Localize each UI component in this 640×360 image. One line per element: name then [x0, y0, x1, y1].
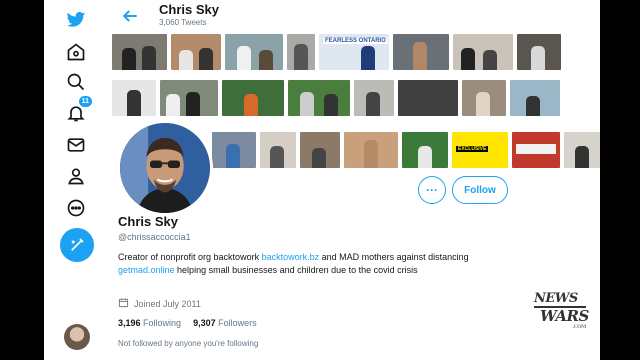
- media-sign-text: EXCLUSIVE: [456, 146, 489, 152]
- compose-tweet-button[interactable]: [60, 228, 94, 262]
- twitter-logo-icon[interactable]: [62, 6, 90, 34]
- profile-bio: Creator of nonprofit org backtowork back…: [118, 251, 518, 277]
- more-options-button[interactable]: ···: [418, 176, 446, 204]
- tweet-count: 3,060 Tweets: [159, 18, 207, 27]
- media-thumbnail[interactable]: [112, 34, 167, 70]
- bio-link-getmad[interactable]: getmad.online: [118, 265, 175, 275]
- media-thumbnail[interactable]: EXCLUSIVE: [452, 132, 508, 168]
- followers-label: Followers: [218, 318, 257, 328]
- media-thumbnail[interactable]: [462, 80, 506, 116]
- more-icon[interactable]: [62, 194, 90, 222]
- bio-text: and MAD mothers against distancing: [319, 252, 469, 262]
- media-thumbnail[interactable]: [287, 34, 315, 70]
- profile-name: Chris Sky: [118, 214, 178, 229]
- profile-avatar[interactable]: [117, 120, 213, 216]
- media-thumbnail[interactable]: [564, 132, 600, 168]
- media-thumbnail[interactable]: [300, 132, 340, 168]
- media-thumbnail[interactable]: [510, 80, 560, 116]
- followers-you-know-text: Not followed by anyone you're following: [118, 339, 259, 348]
- notifications-icon[interactable]: 11: [62, 96, 92, 127]
- following-count: 3,196: [118, 318, 141, 328]
- media-thumbnail[interactable]: [225, 34, 283, 70]
- profile-icon[interactable]: [62, 162, 90, 190]
- explore-icon[interactable]: [62, 68, 90, 96]
- watermark-line2: WARS: [540, 307, 589, 325]
- left-nav: 11: [44, 0, 108, 360]
- account-avatar[interactable]: [64, 324, 90, 350]
- bio-text: helping small businesses and children du…: [174, 265, 418, 275]
- media-thumbnail[interactable]: [354, 80, 394, 116]
- media-thumbnail[interactable]: [402, 132, 448, 168]
- notifications-badge: 11: [78, 96, 92, 107]
- joined-label: Joined July 2011: [134, 298, 201, 309]
- newswars-watermark-logo: NEWS WARS .COM: [534, 292, 589, 336]
- media-thumbnail[interactable]: [393, 34, 449, 70]
- media-thumbnail[interactable]: [160, 80, 218, 116]
- media-thumbnail[interactable]: [398, 80, 458, 116]
- twitter-profile-window: 11 Chris Sky 3,060 Tweets FEARLESS ONTAR…: [44, 0, 600, 360]
- followers-count: 9,307: [193, 318, 216, 328]
- media-thumbnail[interactable]: [344, 132, 398, 168]
- media-thumbnail[interactable]: [212, 132, 256, 168]
- profile-handle: @chrissaccoccia1: [118, 232, 191, 242]
- bio-text: Creator of nonprofit org backtowork: [118, 252, 262, 262]
- bio-link-backtowork[interactable]: backtowork.bz: [262, 252, 320, 262]
- profile-stats: 3,196 Following 9,307 Followers: [118, 318, 257, 328]
- media-thumbnail[interactable]: [288, 80, 350, 116]
- joined-date: Joined July 2011: [118, 297, 201, 310]
- media-thumbnail[interactable]: [517, 34, 561, 70]
- media-thumbnail[interactable]: FEARLESS ONTARIO: [319, 34, 389, 70]
- media-thumbnail[interactable]: [171, 34, 221, 70]
- following-label: Following: [143, 318, 182, 328]
- followers-link[interactable]: 9,307 Followers: [193, 318, 257, 328]
- watermark-line1: NEWS: [534, 292, 586, 308]
- back-arrow-icon[interactable]: [120, 6, 140, 26]
- media-thumbnail[interactable]: [453, 34, 513, 70]
- media-sign-text: FEARLESS ONTARIO: [323, 38, 388, 44]
- header-title: Chris Sky: [159, 2, 219, 17]
- media-thumbnail[interactable]: [112, 80, 156, 116]
- follow-button[interactable]: Follow: [452, 176, 508, 204]
- calendar-icon: [118, 297, 129, 310]
- media-thumbnail[interactable]: [512, 132, 560, 168]
- following-link[interactable]: 3,196 Following: [118, 318, 181, 328]
- media-thumbnail[interactable]: [260, 132, 296, 168]
- messages-icon[interactable]: [62, 131, 90, 159]
- home-icon[interactable]: [62, 38, 90, 66]
- media-thumbnail[interactable]: [222, 80, 284, 116]
